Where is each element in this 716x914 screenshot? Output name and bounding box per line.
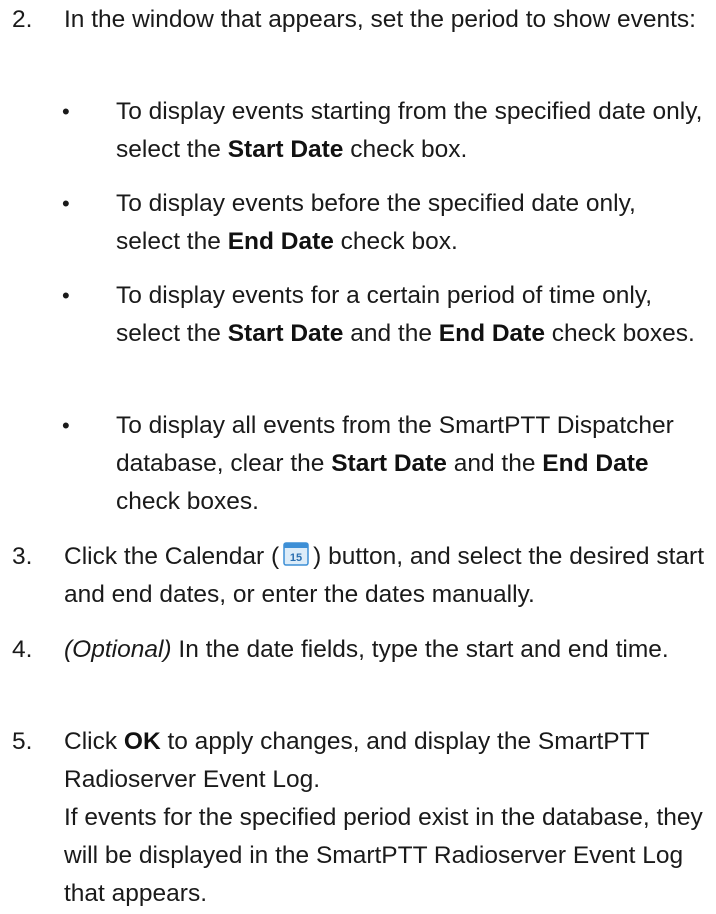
optional-label: (Optional) — [64, 636, 172, 663]
step-note: If events for the specified period exist… — [64, 804, 703, 907]
start-date-label: Start Date — [227, 136, 344, 163]
end-date-label: End Date — [542, 450, 649, 477]
calendar-icon: 15 — [283, 540, 309, 566]
bullet-text: To display events before the specified d… — [116, 190, 636, 255]
step-number: 5. — [12, 728, 33, 755]
bullet-text: To display events starting from the spec… — [116, 98, 703, 163]
step-text: (Optional) In the date fields, type the … — [64, 636, 669, 663]
start-date-label: Start Date — [331, 450, 447, 477]
start-date-label: Start Date — [227, 320, 344, 347]
bullet-dot: • — [62, 99, 70, 124]
bullet-dot: • — [62, 191, 70, 216]
end-date-label: End Date — [438, 320, 545, 347]
step-number: 4. — [12, 636, 33, 663]
step-number: 2. — [12, 6, 33, 33]
bullet-text: To display events for a certain period o… — [116, 282, 695, 347]
step-text: Click the Calendar ( 15 ) button, and se… — [64, 538, 708, 614]
bullet-dot: • — [62, 283, 70, 308]
end-date-label: End Date — [227, 228, 334, 255]
step-text: Click OK to apply changes, and display t… — [64, 728, 703, 907]
step-text: In the window that appears, set the peri… — [64, 6, 696, 33]
bullet-text: To display all events from the SmartPTT … — [116, 412, 674, 515]
step-number: 3. — [12, 543, 33, 570]
ok-label: OK — [123, 728, 161, 755]
calendar-icon-label: 15 — [290, 552, 302, 564]
bullet-dot: • — [62, 413, 70, 438]
